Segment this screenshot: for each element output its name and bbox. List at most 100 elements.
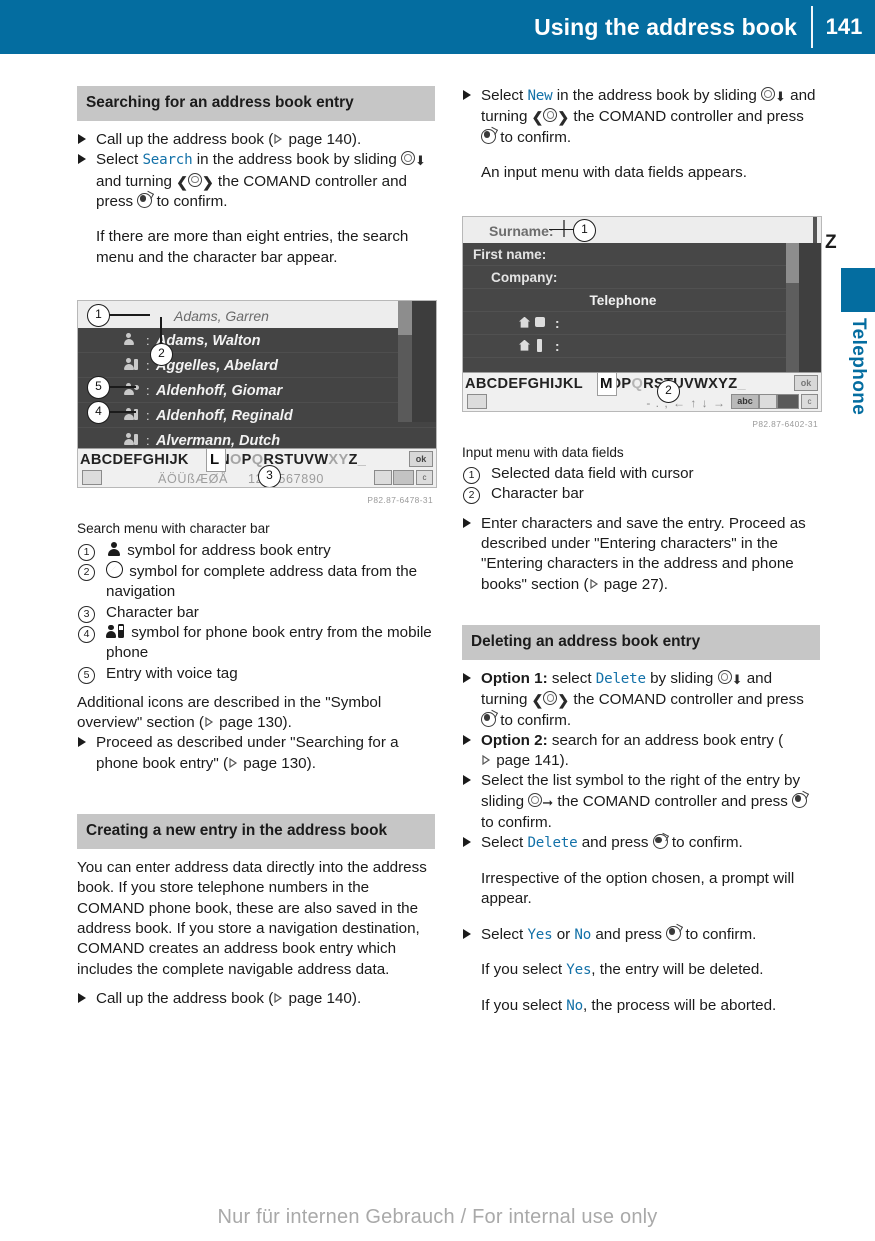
bullet-text: Select — [481, 925, 528, 943]
accent-characters: ÄÖÜßÆØÅ — [158, 472, 228, 487]
arrow-right-icon: ➞ — [542, 794, 554, 810]
legend-number: 1 — [78, 543, 95, 561]
comand-slide-icon — [717, 669, 732, 684]
character-highlight-letter: L — [210, 451, 220, 469]
keyboard-button-icon — [777, 393, 799, 409]
page-ref-icon — [229, 757, 238, 768]
page-ref-icon — [274, 133, 283, 145]
bullet-yes-cont: If you select Yes, the entry will be del… — [462, 960, 820, 980]
screenshot-list-item: : Adams, Walton — [78, 328, 436, 354]
legend-number: 4 — [78, 625, 95, 643]
cont-text: If you select — [481, 996, 567, 1014]
chapter-tab-block — [841, 268, 875, 312]
entry-name: Aldenhoff, Reginald — [156, 408, 293, 425]
comand-press-icon — [666, 925, 682, 941]
legend2-item-2: 2 Character bar — [462, 484, 820, 505]
back-button-icon — [82, 470, 102, 486]
field-scroll-edge — [813, 216, 817, 243]
bullet-text-2: in the address book by sliding — [552, 87, 762, 104]
bullet-text-5: to confirm. — [152, 192, 228, 210]
bullet-text-4: to confirm. — [681, 925, 757, 943]
legend-item-4: 4 symbol for phone book entry from the m… — [77, 623, 435, 664]
bullet-option-2: Option 2: search for an address book ent… — [462, 731, 820, 772]
bullet-text-2: by sliding — [645, 669, 718, 687]
screenshot-field-row: : — [463, 335, 821, 358]
screenshot-list-item: : Aldenhoff, Giomar — [78, 378, 436, 404]
leader-line — [108, 411, 136, 413]
back-button-icon — [467, 393, 487, 409]
page-header: Using the address book 141 — [0, 0, 875, 54]
bullet-text: search for an address book entry ( — [547, 731, 784, 749]
field-label-company: Company: — [491, 269, 558, 285]
heading-deleting-address-book-entry: Deleting an address book entry — [462, 624, 820, 660]
callout-2: 2 — [657, 379, 680, 403]
legend-number: 2 — [78, 564, 95, 582]
legend-text: Entry with voice tag — [106, 664, 238, 682]
turn-right-icon: ❯ — [201, 173, 214, 190]
bullet-triangle-icon — [463, 90, 471, 100]
entry-name: Aldenhoff, Giomar — [156, 383, 283, 400]
turn-left-icon: ❮ — [176, 173, 188, 190]
chapter-sidebar: Z Telephone — [825, 0, 875, 1241]
bullet-option-1: Option 1: select Delete by sliding ⬇ and… — [462, 669, 820, 731]
screenshot-field-row: : — [463, 312, 821, 335]
bullet-select-new: Select New in the address book by slidin… — [462, 86, 820, 148]
page-title: Using the address book — [534, 13, 797, 40]
callout-1: 1 — [87, 304, 110, 328]
entry-name: Aggelles, Abelard — [156, 358, 278, 375]
figure-search-menu: Adams, Garren : Adams, Walton : Aggelles… — [77, 300, 437, 510]
bullet-text-2: or — [552, 925, 575, 943]
para-text-end: ). — [282, 714, 292, 732]
bullet-no-cont: If you select No, the process will be ab… — [462, 996, 820, 1016]
arrow-down-icon: ⬇ — [775, 89, 786, 104]
home-phone-icon — [519, 316, 549, 330]
comand-slide-icon — [528, 792, 543, 807]
legend-number: 3 — [78, 605, 95, 623]
watermark-internal-use: Nur für internen Gebrauch / For internal… — [217, 1206, 658, 1228]
screenshot-search-menu: Adams, Garren : Adams, Walton : Aggelles… — [77, 300, 437, 489]
person-phone-icon — [122, 358, 138, 371]
bullet-triangle-icon — [463, 775, 471, 786]
bullet-triangle-icon — [78, 737, 86, 748]
figure-input-menu: Surname: First name: Company: Telephone … — [462, 215, 822, 434]
para-additional-icons: Additional icons are described in the "S… — [77, 693, 435, 734]
home-mobile-icon — [519, 338, 549, 353]
screenshot-scroll-thumb — [786, 242, 799, 283]
bullet-proceed-as-described: Proceed as described under "Searching fo… — [77, 733, 435, 774]
screenshot-field-row: Company: — [463, 266, 821, 289]
comand-turn-icon — [187, 172, 202, 187]
bullet-text-3: and turning — [96, 172, 177, 190]
screenshot-right-panel — [799, 242, 821, 373]
callout-5: 5 — [87, 376, 110, 400]
comand-press-icon — [137, 192, 153, 208]
bullet-text-2: and press — [577, 834, 653, 852]
turn-left-icon: ❮ — [531, 692, 544, 709]
page-ref-icon — [205, 717, 214, 728]
legend-text: symbol for complete address data from th… — [106, 563, 418, 601]
legend2-item-1: 1 Selected data field with cursor — [462, 464, 820, 485]
clear-button: c — [801, 393, 818, 409]
bullet-text: Select — [481, 87, 528, 104]
bullet-text: Call up the address book ( — [96, 989, 274, 1007]
bullet-text: Select — [481, 834, 528, 852]
screenshot-list-item: : Aldenhoff, Reginald — [78, 403, 436, 429]
ok-button: ok — [409, 451, 433, 468]
screenshot-input-menu: Surname: First name: Company: Telephone … — [462, 215, 822, 412]
bullet-text-3: and press — [591, 925, 667, 943]
compass-icon — [106, 561, 123, 579]
page-ref-text: page 27 — [603, 575, 659, 593]
header-divider — [811, 6, 813, 48]
legend-text: symbol for phone book entry from the mob… — [106, 623, 432, 662]
legend-number: 2 — [463, 487, 480, 505]
person-phone-icon — [122, 408, 138, 421]
bullet-select-search: Select Search in the address book by sli… — [77, 150, 435, 212]
callout-4: 4 — [87, 401, 110, 425]
callout-2: 2 — [150, 343, 173, 367]
legend-text: Character bar — [491, 485, 584, 503]
page-ref-text: page 140 — [288, 989, 352, 1007]
comand-slide-icon — [761, 87, 776, 101]
option-label: Option 2: — [481, 731, 548, 749]
turn-right-icon: ❯ — [557, 109, 570, 126]
bullet-triangle-icon — [463, 517, 471, 528]
bullet-text-5: to confirm. — [496, 128, 572, 146]
